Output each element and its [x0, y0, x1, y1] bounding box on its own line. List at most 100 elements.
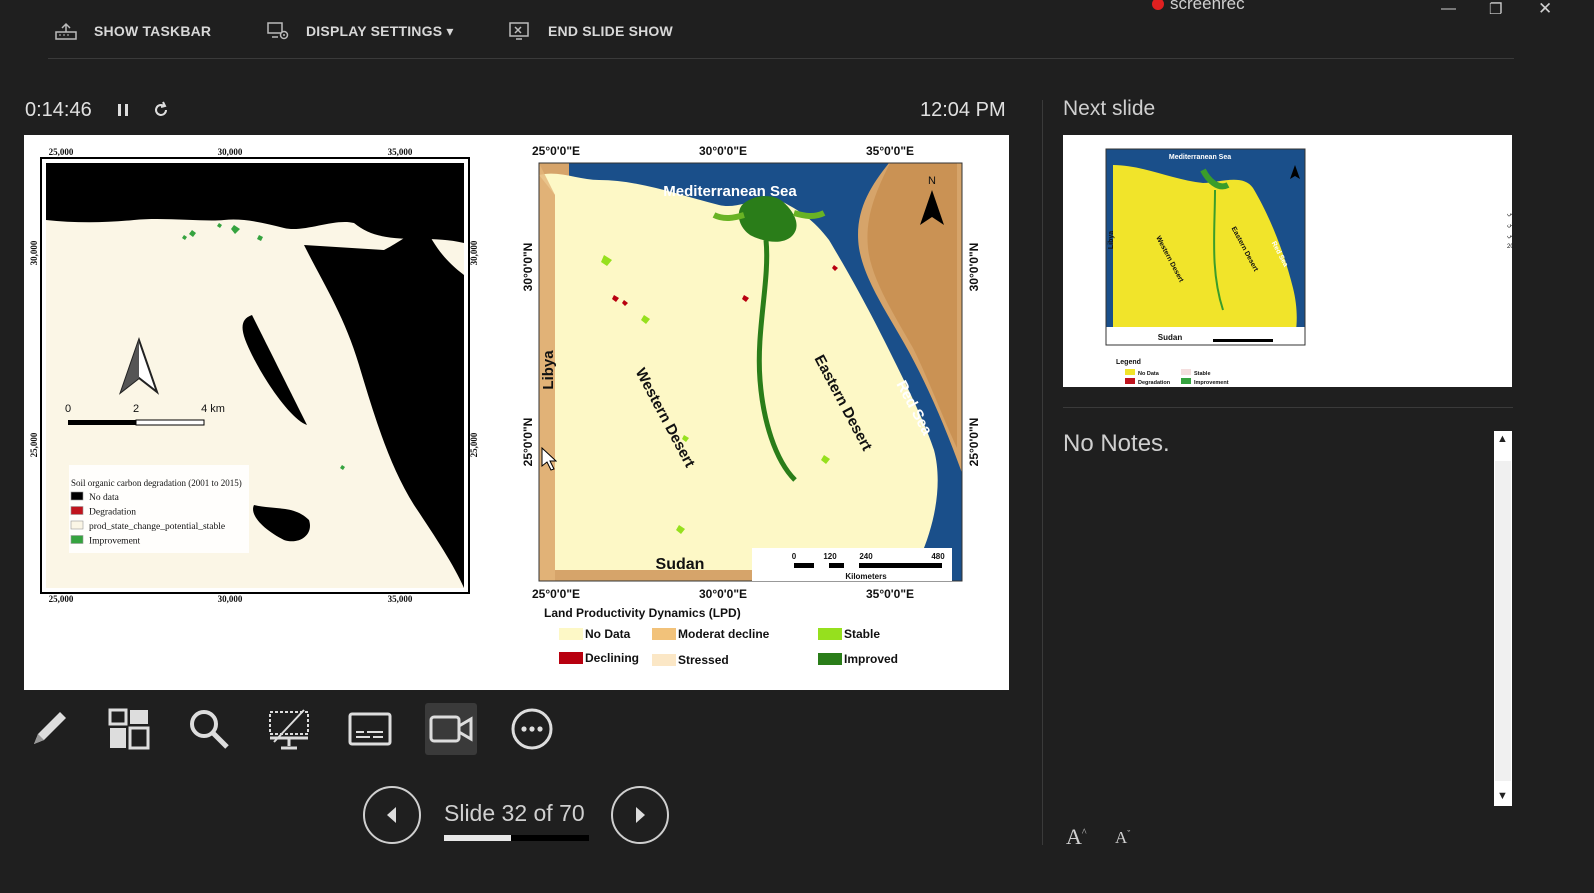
- thumb-arabic-description: الفترة من 2001 إلى 2015: [1507, 243, 1512, 250]
- end-show-icon: [509, 22, 529, 40]
- black-screen-button[interactable]: [263, 703, 315, 755]
- camera-button[interactable]: [425, 703, 477, 755]
- right-map-top-tick: 25°0'0"E: [532, 144, 580, 158]
- topbar-divider: [48, 58, 1514, 59]
- right-map-top-tick: 35°0'0"E: [866, 144, 914, 158]
- left-scale-4km: 4 km: [201, 403, 225, 415]
- increase-font-button[interactable]: A^: [1066, 824, 1087, 850]
- sea-label: Mediterranean Sea: [663, 183, 797, 200]
- scroll-up-icon[interactable]: ▲: [1497, 433, 1508, 445]
- pause-timer-button[interactable]: [115, 100, 131, 125]
- presenter-view: SHOW TASKBAR DISPLAY SETTINGS ▾ END SLID…: [0, 0, 1594, 893]
- pen-icon: [34, 712, 66, 744]
- left-legend-swatch: [70, 520, 84, 530]
- left-map-top-tick: 35,000: [388, 147, 413, 157]
- right-map-left-lat: 25°0'0"N: [521, 418, 535, 467]
- lpd-legend-label: Stressed: [678, 653, 729, 667]
- right-map-left-lat: 30°0'0"N: [521, 243, 535, 292]
- elapsed-timer: 0:14:46: [25, 99, 92, 121]
- lpd-legend-label: No Data: [585, 627, 631, 641]
- lpd-map: [538, 162, 963, 582]
- left-map-right-tick: 30,000: [469, 240, 479, 265]
- recorder-brand: screenrec: [1170, 0, 1245, 13]
- right-map-right-lat: 30°0'0"N: [967, 243, 981, 292]
- left-scale-0: 0: [65, 403, 71, 415]
- thumb-sea-label: Mediterranean Sea: [1169, 154, 1231, 161]
- north-label: N: [928, 175, 936, 187]
- slide-canvas: 25,000 30,000 35,000 25,000 30,000 35,000 30,0…: [29, 144, 981, 667]
- right-map-bottom-tick: 25°0'0"E: [532, 587, 580, 601]
- right-map-bottom-tick: 30°0'0"E: [699, 587, 747, 601]
- slide-progress-fill: [444, 835, 511, 841]
- current-slide: 25,000 30,000 35,000 25,000 30,000 35,000 30,0…: [24, 135, 1009, 690]
- video-camera-icon: [429, 715, 473, 743]
- lpd-legend-label: Declining: [585, 651, 639, 665]
- scale-120: 120: [823, 552, 837, 561]
- notes-scrollbar[interactable]: ▲ ▼: [1494, 431, 1512, 806]
- record-dot-icon: [1152, 0, 1164, 10]
- scale-240: 240: [859, 552, 873, 561]
- next-slide-canvas: Mediterranean SeaWestern Desert Eastern D…: [1105, 148, 1512, 386]
- grid-icon: [108, 708, 150, 750]
- thumb-arabic-description: خريطة توضح التوزيع المكاني لمساحات الأرا…: [1507, 208, 1512, 217]
- thumb-arabic-description: التحسن وأماكن التدهور ومناطق الثبات في: [1507, 230, 1512, 239]
- next-slide-button[interactable]: [611, 786, 669, 844]
- subtitles-button[interactable]: [344, 703, 396, 755]
- scale-0: 0: [792, 552, 797, 561]
- more-options-button[interactable]: [506, 703, 558, 755]
- scroll-thumb[interactable]: [1495, 461, 1511, 781]
- lpd-legend-swatch: [818, 628, 842, 640]
- show-taskbar-label: SHOW TASKBAR: [94, 23, 212, 39]
- restore-icon[interactable]: ❐: [1489, 0, 1502, 18]
- left-legend-label: Degradation: [89, 508, 136, 518]
- left-map-bottom-tick: 35,000: [388, 594, 413, 604]
- left-legend-swatch: [70, 506, 84, 515]
- display-settings-icon: [267, 22, 289, 40]
- left-scale-2: 2: [133, 403, 139, 415]
- show-taskbar-button[interactable]: SHOW TASKBAR: [54, 21, 211, 41]
- lpd-legend-swatch: [652, 654, 676, 666]
- lpd-legend-swatch: [559, 628, 583, 640]
- left-map-left-tick: 30,000: [29, 240, 39, 265]
- lpd-legend-label: Moderat decline: [678, 627, 770, 641]
- mouse-cursor-icon: [541, 447, 557, 471]
- left-legend-label: No data: [89, 493, 120, 503]
- left-map-bottom-tick: 25,000: [49, 594, 74, 604]
- previous-slide-button[interactable]: [363, 786, 421, 844]
- left-legend-swatch: [70, 535, 84, 544]
- see-all-slides-button[interactable]: [103, 703, 155, 755]
- display-settings-button[interactable]: DISPLAY SETTINGS ▾: [266, 21, 454, 41]
- clock: 12:04 PM: [920, 99, 1006, 121]
- lpd-legend-label: Improved: [844, 652, 898, 666]
- presentation-screen-icon: [269, 709, 309, 750]
- left-map-left-tick: 25,000: [29, 432, 39, 457]
- left-legend-title: Soil organic carbon degradation (2001 to…: [71, 478, 242, 488]
- notes-divider: [1063, 407, 1513, 408]
- thumb-legend-label: Stable: [1194, 371, 1211, 377]
- minimize-icon[interactable]: —: [1441, 0, 1456, 17]
- left-legend-label: prod_state_change_potential_stable: [89, 522, 225, 532]
- libya-label: Libya: [540, 350, 557, 390]
- left-map-top-tick: 25,000: [49, 147, 74, 157]
- reset-timer-button[interactable]: [151, 100, 171, 125]
- speaker-notes: No Notes.: [1063, 430, 1170, 457]
- lpd-legend-swatch: [818, 653, 842, 665]
- panel-divider: [1042, 100, 1043, 845]
- left-map-bottom-tick: 30,000: [218, 594, 243, 604]
- pen-tool-button[interactable]: [23, 703, 75, 755]
- thumb-legend-label: No Data: [1138, 371, 1160, 377]
- close-icon[interactable]: ✕: [1538, 0, 1552, 19]
- left-legend-label: Improvement: [89, 537, 141, 547]
- thumb-sudan-label: Sudan: [1158, 333, 1183, 342]
- lpd-legend-swatch: [652, 628, 676, 640]
- triangle-right-icon: [636, 807, 645, 823]
- next-slide-thumbnail[interactable]: Mediterranean Sea Western Desert Eastern D…: [1063, 135, 1512, 387]
- scroll-down-icon[interactable]: ▼: [1497, 790, 1508, 802]
- subtitles-icon: [348, 712, 392, 746]
- right-map-top-tick: 30°0'0"E: [699, 144, 747, 158]
- decrease-font-button[interactable]: Aˇ: [1115, 828, 1130, 848]
- right-map-right-lat: 25°0'0"N: [967, 418, 981, 467]
- magnifier-icon: [190, 710, 229, 749]
- end-slide-show-button[interactable]: END SLIDE SHOW: [508, 21, 673, 41]
- zoom-button[interactable]: [183, 703, 235, 755]
